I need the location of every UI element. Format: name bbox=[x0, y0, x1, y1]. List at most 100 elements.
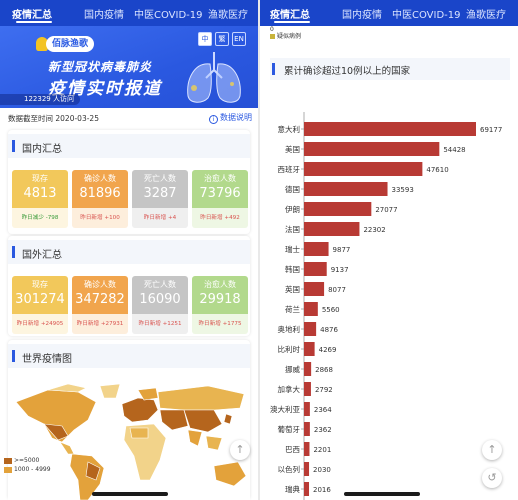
stat-delta: 昨日新增 +1251 bbox=[132, 314, 188, 334]
bar[interactable] bbox=[304, 242, 329, 256]
scroll-top-button[interactable]: ↑ bbox=[482, 440, 502, 460]
category-label: 韩国 bbox=[285, 264, 300, 274]
bar[interactable] bbox=[304, 402, 310, 416]
bar[interactable] bbox=[304, 302, 318, 316]
bar[interactable] bbox=[304, 342, 315, 356]
category-label: 巴西 bbox=[285, 445, 300, 454]
bar[interactable] bbox=[304, 202, 372, 216]
section-accent-bar bbox=[272, 63, 275, 75]
lungs-icon bbox=[187, 52, 241, 103]
legend-swatch bbox=[4, 466, 12, 473]
bar[interactable] bbox=[304, 322, 317, 336]
category-label: 法国 bbox=[285, 224, 300, 234]
tab-domestic[interactable]: 国内疫情 bbox=[84, 6, 124, 21]
stat-label: 现存 bbox=[32, 280, 48, 289]
domestic-stat-2: 死亡人数 3287 昨日新增 +4 bbox=[132, 170, 188, 228]
value-label: 2868 bbox=[315, 366, 333, 374]
domestic-stat-0: 现存 4813 昨日减少 -798 bbox=[12, 170, 68, 228]
value-label: 4269 bbox=[319, 346, 337, 354]
lang-simplified-button[interactable]: 中 bbox=[198, 32, 212, 46]
value-label: 22302 bbox=[363, 226, 385, 234]
value-label: 8077 bbox=[328, 286, 346, 294]
bar[interactable] bbox=[304, 122, 476, 136]
section-accent-bar bbox=[12, 350, 15, 362]
bar[interactable] bbox=[304, 442, 310, 456]
country-chart-title: 累计确诊超过10例以上的国家 bbox=[284, 66, 411, 77]
map-legend: >=5000 1000 - 4999 bbox=[4, 456, 51, 474]
stat-delta: 昨日减少 -798 bbox=[12, 208, 68, 228]
stat-delta: 昨日新增 +4 bbox=[132, 208, 188, 228]
stat-delta: 昨日新增 +24905 bbox=[12, 314, 68, 334]
data-date-row: 数据截至时间 2020-03-25 i 数据说明 bbox=[8, 110, 252, 124]
value-label: 9137 bbox=[331, 266, 349, 274]
world-map-section-header: 世界疫情图 bbox=[8, 344, 250, 368]
stat-value: 3287 bbox=[143, 186, 177, 201]
tab-summary[interactable]: 疫情汇总 bbox=[270, 6, 310, 21]
stat-value: 16090 bbox=[139, 292, 181, 307]
stat-label: 确诊人数 bbox=[84, 174, 116, 183]
bar[interactable] bbox=[304, 142, 440, 156]
bar[interactable] bbox=[304, 422, 310, 436]
stat-label: 确诊人数 bbox=[84, 280, 116, 289]
lang-english-button[interactable]: EN bbox=[232, 32, 246, 46]
category-label: 以色列 bbox=[278, 464, 301, 474]
bar[interactable] bbox=[304, 282, 325, 296]
value-label: 54428 bbox=[443, 146, 465, 154]
active-tab-indicator bbox=[16, 21, 52, 23]
value-label: 2016 bbox=[313, 486, 331, 494]
banner-subtitle: 新型冠状病毒肺炎 bbox=[48, 60, 153, 74]
world-map[interactable] bbox=[8, 380, 250, 500]
section-accent-bar bbox=[12, 140, 15, 152]
category-label: 英国 bbox=[285, 284, 300, 294]
share-button[interactable]: ↺ bbox=[482, 468, 502, 488]
value-label: 9877 bbox=[333, 246, 351, 254]
tab-tcm-covid[interactable]: 中医COVID-19 bbox=[134, 6, 203, 21]
tab-yuge-medical[interactable]: 渔歌医疗 bbox=[466, 6, 506, 21]
stat-value: 347282 bbox=[75, 292, 125, 307]
value-label: 2201 bbox=[313, 446, 331, 454]
data-timestamp: 数据截至时间 2020-03-25 bbox=[8, 114, 99, 123]
legend-label: >=5000 bbox=[14, 457, 40, 464]
category-label: 伊朗 bbox=[285, 204, 300, 214]
bar[interactable] bbox=[304, 182, 388, 196]
value-label: 2364 bbox=[314, 406, 332, 414]
arrow-up-icon: ↑ bbox=[487, 443, 497, 456]
overseas-stat-3: 治愈人数 29918 昨日新增 +1775 bbox=[192, 276, 248, 334]
overseas-stat-0: 现存 301274 昨日新增 +24905 bbox=[12, 276, 68, 334]
right-phone-screen: 疫情汇总 国内疫情 中医COVID-19 渔歌医疗 0 疑似病例 累计确诊超过1… bbox=[260, 0, 518, 500]
legend-item: 1000 - 4999 bbox=[4, 465, 51, 474]
bar[interactable] bbox=[304, 162, 423, 176]
scroll-top-button[interactable]: ↑ bbox=[230, 440, 250, 460]
bar[interactable] bbox=[304, 482, 310, 496]
legend-label: 1000 - 4999 bbox=[14, 466, 51, 473]
lang-traditional-button[interactable]: 繁 bbox=[215, 32, 229, 46]
bar[interactable] bbox=[304, 462, 310, 476]
category-label: 德国 bbox=[285, 184, 300, 194]
stat-header: 现存 301274 bbox=[12, 276, 68, 314]
stat-delta: 昨日新增 +27931 bbox=[72, 314, 128, 334]
stat-delta: 昨日新增 +492 bbox=[192, 208, 248, 228]
stat-label: 死亡人数 bbox=[144, 174, 176, 183]
value-label: 69177 bbox=[480, 126, 502, 134]
stat-value: 4813 bbox=[23, 186, 57, 201]
data-note-label: 数据说明 bbox=[220, 113, 252, 122]
brand-badge: 佰脉渔歌 bbox=[46, 36, 95, 52]
value-label: 47610 bbox=[426, 166, 448, 174]
stat-delta: 昨日新增 +1775 bbox=[192, 314, 248, 334]
country-chart-header: 累计确诊超过10例以上的国家 bbox=[270, 58, 510, 80]
language-switcher: 中 繁 EN bbox=[198, 32, 246, 46]
domestic-stat-3: 治愈人数 73796 昨日新增 +492 bbox=[192, 170, 248, 228]
data-note-link[interactable]: i 数据说明 bbox=[209, 112, 252, 124]
bar[interactable] bbox=[304, 222, 360, 236]
tab-tcm-covid[interactable]: 中医COVID-19 bbox=[392, 6, 461, 21]
tab-yuge-medical[interactable]: 渔歌医疗 bbox=[208, 6, 248, 21]
value-label: 4876 bbox=[320, 326, 338, 334]
tab-domestic[interactable]: 国内疫情 bbox=[342, 6, 382, 21]
bar[interactable] bbox=[304, 382, 311, 396]
stat-value: 29918 bbox=[199, 292, 241, 307]
bar[interactable] bbox=[304, 362, 312, 376]
tab-summary[interactable]: 疫情汇总 bbox=[12, 6, 52, 21]
bar[interactable] bbox=[304, 262, 327, 276]
stat-header: 现存 4813 bbox=[12, 170, 68, 208]
overseas-stat-2: 死亡人数 16090 昨日新增 +1251 bbox=[132, 276, 188, 334]
